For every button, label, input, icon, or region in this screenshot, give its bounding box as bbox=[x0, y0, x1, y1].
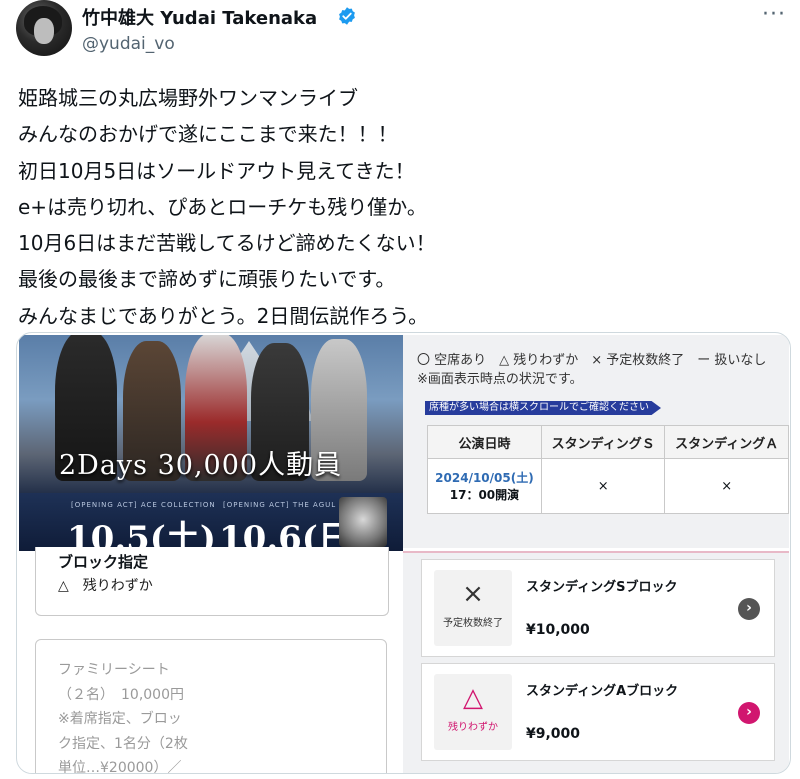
author-handle[interactable]: @yudai_vo bbox=[82, 34, 175, 54]
promo-title: 2Days 30,000人動員 bbox=[59, 450, 343, 481]
tweet-line: みんなのおかげで遂にここまで来た！！！ bbox=[18, 122, 398, 147]
availability-table: 公演日時 スタンディングＳ スタンディングＡ 2024/10/05(土) 17：… bbox=[427, 425, 789, 514]
ticket-price: ¥9,000 bbox=[526, 726, 581, 742]
tweet-line: 10月6日はまだ苦戦してるけど諦めたくない！ bbox=[18, 231, 436, 256]
sold-out-x-icon: × bbox=[462, 579, 484, 609]
ticket-name: スタンディングAブロック bbox=[526, 684, 679, 699]
performance-time: 17：00開演 bbox=[449, 488, 520, 502]
family-line: ク指定、1名分（2枚 bbox=[58, 735, 188, 752]
availability-legend: 〇 空席あり △ 残りわずか × 予定枚数終了 ー 扱いなし ※画面表示時点の状… bbox=[417, 353, 780, 387]
performance-cell: 2024/10/05(土) 17：00開演 bbox=[427, 458, 542, 514]
ticket-status-box: × 予定枚数終了 bbox=[434, 570, 512, 646]
availability-cell: × bbox=[540, 458, 666, 514]
more-options-icon[interactable]: ··· bbox=[762, 2, 786, 27]
ticket-item[interactable]: × 予定枚数終了 スタンディングSブロック ¥10,000 › bbox=[421, 559, 775, 657]
availability-screenshot[interactable]: 〇 空席あり △ 残りわずか × 予定枚数終了 ー 扱いなし ※画面表示時点の状… bbox=[403, 335, 789, 548]
tweet-line: e+は売り切れ、ぴあとローチケも残り僅か。 bbox=[18, 194, 427, 219]
table-header: スタンディングＳ bbox=[540, 425, 666, 459]
ticket-status-box: △ 残りわずか bbox=[434, 674, 512, 750]
tweet-line: 姫路城三の丸広場野外ワンマンライブ bbox=[18, 86, 358, 110]
few-left-triangle-icon: △ bbox=[463, 683, 483, 713]
tweet-line: 初日10月5日はソールドアウト見えてきた！ bbox=[18, 158, 415, 183]
chevron-right-icon[interactable]: › bbox=[738, 598, 760, 620]
tweet-line: みんなまじでありがとう。2日間伝説作ろう。 bbox=[18, 303, 429, 328]
ticket-price: ¥10,000 bbox=[526, 622, 590, 638]
ticket-listing-screenshot[interactable]: ブロック指定 △ 残りわずか ファミリーシート （２名） 10,000円 ※着席… bbox=[19, 547, 403, 774]
ticket-item[interactable]: △ 残りわずか スタンディングAブロック ¥9,000 › bbox=[421, 663, 775, 761]
block-status: △ 残りわずか bbox=[58, 578, 153, 594]
tweet-media[interactable]: 2Days 30,000人動員 [OPENING ACT] ACE COLLEC… bbox=[16, 332, 791, 774]
promo-date: 10.5(土) bbox=[67, 519, 216, 551]
avatar-face bbox=[34, 18, 54, 44]
family-line: 単位…¥20000）／ bbox=[58, 760, 182, 774]
scroll-note-banner: 席種が多い場合は横スクロールでご確認ください bbox=[425, 401, 661, 415]
author-avatar[interactable] bbox=[16, 0, 72, 56]
availability-cell: × bbox=[664, 458, 789, 514]
author-display-name[interactable]: 竹中雄大 Yudai Takenaka bbox=[82, 4, 317, 30]
tweet-text: 姫路城三の丸広場野外ワンマンライブ みんなのおかげで遂にここまで来た！！！ 初日… bbox=[18, 80, 778, 334]
family-seat-card: ファミリーシート （２名） 10,000円 ※着席指定、ブロッ ク指定、1名分（… bbox=[35, 639, 387, 774]
ticket-list-screenshot[interactable]: × 予定枚数終了 スタンディングSブロック ¥10,000 › △ 残りわずか … bbox=[403, 551, 789, 773]
promo-image[interactable]: 2Days 30,000人動員 [OPENING ACT] ACE COLLEC… bbox=[19, 335, 403, 551]
ticket-name: スタンディングSブロック bbox=[526, 580, 678, 595]
ticket-status-label: 残りわずか bbox=[448, 722, 498, 733]
family-line: ※着席指定、ブロッ bbox=[58, 711, 182, 727]
block-title: ブロック指定 bbox=[58, 553, 149, 571]
opening-act-photo bbox=[339, 497, 387, 547]
table-header: スタンディングＡ bbox=[664, 425, 789, 459]
promo-opening-act: [OPENING ACT] THE AGUL bbox=[223, 501, 337, 509]
performance-date: 2024/10/05(土) bbox=[435, 471, 534, 485]
promo-opening-act: [OPENING ACT] ACE COLLECTION bbox=[71, 501, 216, 509]
family-line: （２名） 10,000円 bbox=[58, 686, 184, 703]
chevron-right-icon[interactable]: › bbox=[738, 702, 760, 724]
block-seat-card: ブロック指定 △ 残りわずか bbox=[35, 547, 389, 616]
ticket-status-label: 予定枚数終了 bbox=[443, 618, 503, 629]
table-header: 公演日時 bbox=[427, 425, 542, 459]
family-line: ファミリーシート bbox=[58, 662, 170, 678]
tweet-line: 最後の最後まで諦めずに頑張りたいです。 bbox=[18, 267, 396, 292]
verified-badge-icon bbox=[339, 7, 355, 25]
